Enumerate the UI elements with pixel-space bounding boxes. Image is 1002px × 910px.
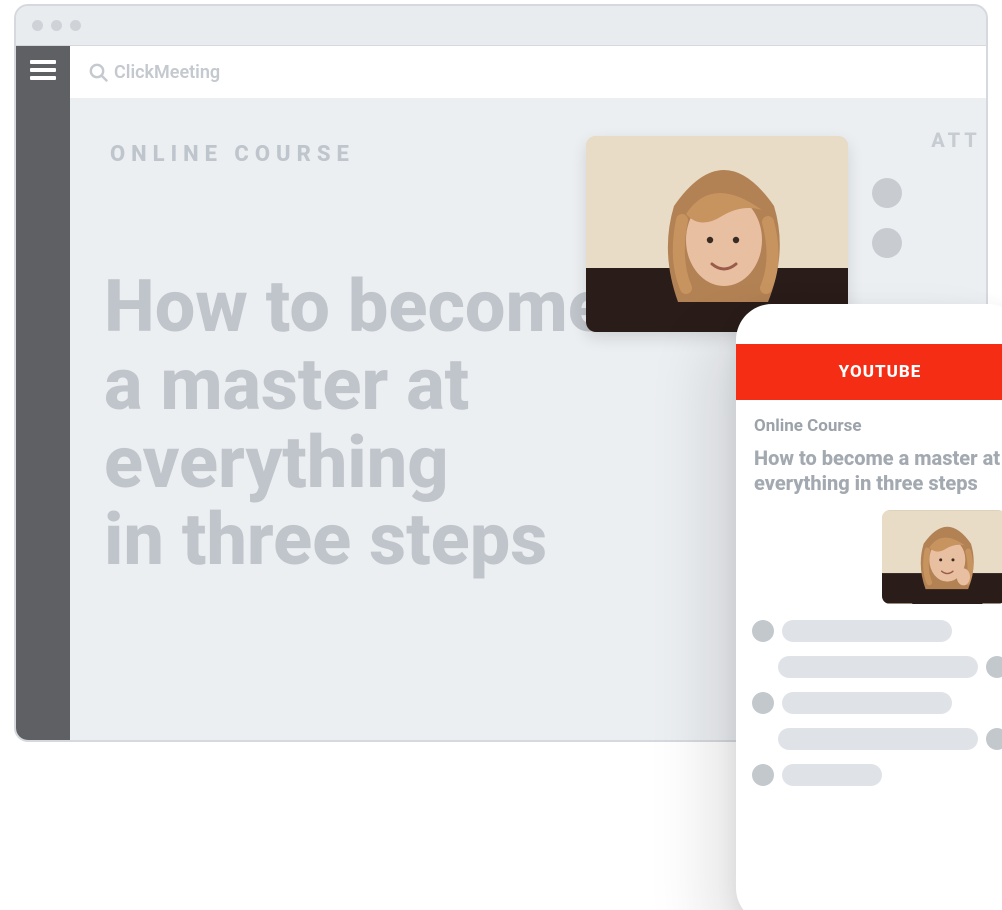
phone-mock: YOUTUBE Online Course How to become a ma… (736, 304, 1002, 910)
phone-content: Online Course How to become a master at … (736, 400, 1002, 604)
traffic-lights (32, 20, 81, 31)
chat-message[interactable] (752, 620, 1002, 642)
slide-eyebrow: ONLINE COURSE (110, 142, 355, 167)
left-sidebar (16, 46, 70, 740)
avatar-icon (986, 728, 1002, 750)
phone-title: How to become a master at everything in … (754, 446, 1002, 496)
attendees-label: ATT (886, 128, 988, 152)
hamburger-icon[interactable] (30, 60, 56, 80)
avatar-icon (752, 620, 774, 642)
avatar-icon (752, 692, 774, 714)
traffic-dot-max[interactable] (70, 20, 81, 31)
brand-logo[interactable]: ClickMeeting (88, 62, 220, 83)
phone-tab-youtube[interactable]: YOUTUBE (736, 344, 1002, 400)
chat-message[interactable] (752, 656, 1002, 678)
brand-mark-icon (88, 62, 108, 82)
phone-chat (736, 620, 1002, 786)
browser-titlebar (16, 6, 986, 46)
chat-bubble (782, 692, 952, 714)
avatar[interactable] (872, 228, 902, 258)
traffic-dot-close[interactable] (32, 20, 43, 31)
phone-presenter-video[interactable] (882, 510, 1002, 604)
avatar-icon (986, 656, 1002, 678)
phone-eyebrow: Online Course (754, 416, 1002, 436)
chat-bubble (782, 620, 952, 642)
presenter-video-tile[interactable] (586, 136, 848, 332)
chat-message[interactable] (752, 692, 1002, 714)
traffic-dot-min[interactable] (51, 20, 62, 31)
stage: ClickMeeting ONLINE COURSE How to become… (0, 0, 1002, 910)
chat-message[interactable] (752, 728, 1002, 750)
chat-bubble (778, 728, 978, 750)
presenter-illustration (586, 136, 848, 332)
presenter-illustration-small (882, 510, 1002, 604)
chat-message[interactable] (752, 764, 1002, 786)
avatar-icon (752, 764, 774, 786)
chat-bubble (778, 656, 978, 678)
brand-name: ClickMeeting (114, 62, 220, 83)
chat-bubble (782, 764, 882, 786)
topbar: ClickMeeting (70, 46, 986, 98)
avatar[interactable] (872, 178, 902, 208)
attendees-list (872, 178, 988, 258)
